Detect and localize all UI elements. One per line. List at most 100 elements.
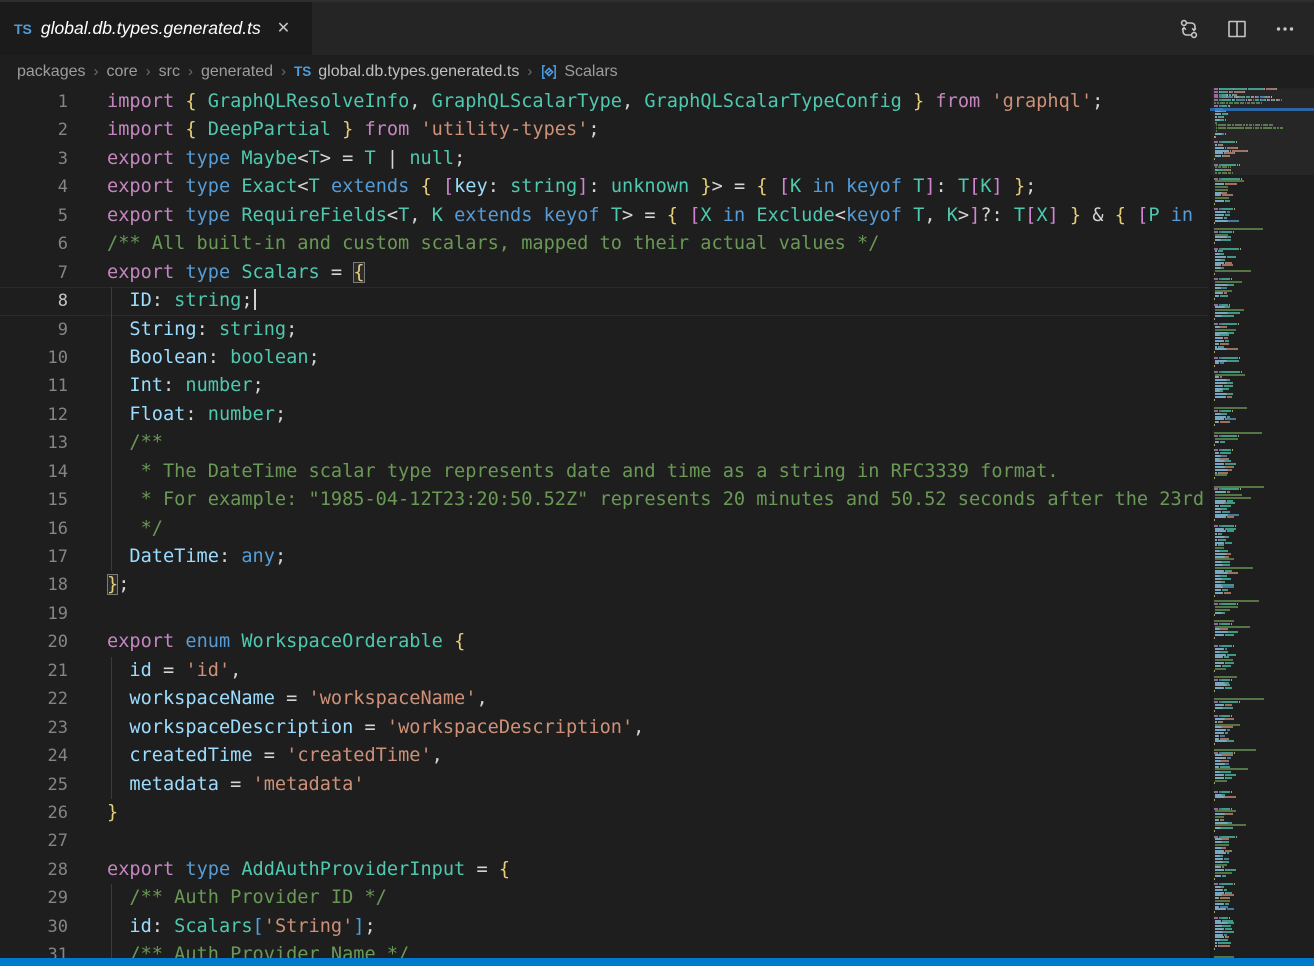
code-line-content: export type AddAuthProviderInput = { xyxy=(107,856,510,884)
breadcrumb-item-file[interactable]: TSglobal.db.types.generated.ts xyxy=(294,63,519,81)
code-line-1[interactable]: 1import { GraphQLResolveInfo, GraphQLSca… xyxy=(0,88,1208,116)
code-line-14[interactable]: 14 * The DateTime scalar type represents… xyxy=(0,458,1208,486)
line-number[interactable]: 4 xyxy=(0,173,68,201)
line-number[interactable]: 13 xyxy=(0,429,68,457)
minimap-row xyxy=(1214,948,1314,950)
line-number[interactable]: 9 xyxy=(0,316,68,344)
code-line-28[interactable]: 28 export type AddAuthProviderInput = { xyxy=(0,856,1208,884)
minimap[interactable] xyxy=(1210,88,1314,958)
more-actions-icon[interactable] xyxy=(1272,16,1298,42)
code-line-20[interactable]: 20export enum WorkspaceOrderable { xyxy=(0,628,1208,656)
minimap-row xyxy=(1214,847,1314,849)
code-line-6[interactable]: 6/** All built-in and custom scalars, ma… xyxy=(0,230,1208,258)
code-line-18[interactable]: 18}; xyxy=(0,571,1208,599)
minimap-row xyxy=(1214,556,1314,558)
code-line-21[interactable]: 21 id = 'id', xyxy=(0,657,1208,685)
line-number[interactable]: 21 xyxy=(0,657,68,685)
line-number[interactable]: 31 xyxy=(0,941,68,958)
line-number[interactable]: 29 xyxy=(0,884,68,912)
minimap-row xyxy=(1214,544,1314,546)
minimap-row xyxy=(1214,581,1314,583)
code-line-11[interactable]: 11 Int: number; xyxy=(0,372,1208,400)
line-number[interactable]: 7 xyxy=(0,259,68,287)
code-line-15[interactable]: 15 * For example: "1985-04-12T23:20:50.5… xyxy=(0,486,1208,514)
minimap-row xyxy=(1214,455,1314,457)
line-number[interactable]: 19 xyxy=(0,600,68,628)
line-number[interactable]: 28 xyxy=(0,856,68,884)
code-line-22[interactable]: 22 workspaceName = 'workspaceName', xyxy=(0,685,1208,713)
code-line-5[interactable]: 5export type RequireFields<T, K extends … xyxy=(0,202,1208,230)
minimap-row xyxy=(1214,502,1314,504)
line-number[interactable]: 22 xyxy=(0,685,68,713)
status-bar[interactable] xyxy=(0,958,1314,966)
line-number[interactable]: 14 xyxy=(0,458,68,486)
line-number[interactable]: 8 xyxy=(0,287,68,315)
code-line-31[interactable]: 31 /** Auth Provider Name */ xyxy=(0,941,1208,958)
code-line-17[interactable]: 17 DateTime: any; xyxy=(0,543,1208,571)
code-line-2[interactable]: 2 import { DeepPartial } from 'utility-ty… xyxy=(0,116,1208,144)
minimap-row xyxy=(1214,318,1314,320)
split-editor-icon[interactable] xyxy=(1224,16,1250,42)
line-number[interactable]: 23 xyxy=(0,714,68,742)
open-changes-icon[interactable] xyxy=(1176,16,1202,42)
minimap-row xyxy=(1214,365,1314,367)
line-number[interactable]: 16 xyxy=(0,515,68,543)
code-line-25[interactable]: 25 metadata = 'metadata' xyxy=(0,771,1208,799)
line-number[interactable]: 27 xyxy=(0,827,68,855)
minimap-row xyxy=(1214,192,1314,194)
breadcrumb-separator: › xyxy=(146,63,151,80)
line-number[interactable]: 24 xyxy=(0,742,68,770)
line-number[interactable]: 5 xyxy=(0,202,68,230)
indent-guide xyxy=(111,287,112,315)
line-number[interactable]: 26 xyxy=(0,799,68,827)
line-number[interactable]: 30 xyxy=(0,913,68,941)
line-number[interactable]: 17 xyxy=(0,543,68,571)
minimap-row xyxy=(1214,670,1314,672)
typescript-file-icon: TS xyxy=(14,21,32,37)
code-line-4[interactable]: 4export type Exact<T extends { [key: str… xyxy=(0,173,1208,201)
line-number[interactable]: 18 xyxy=(0,571,68,599)
line-number[interactable]: 3 xyxy=(0,145,68,173)
code-line-3[interactable]: 3export type Maybe<T> = T | null; xyxy=(0,145,1208,173)
tab-global-db-types-generated[interactable]: TS global.db.types.generated.ts ✕ xyxy=(0,2,312,55)
code-line-23[interactable]: 23 workspaceDescription = 'workspaceDesc… xyxy=(0,714,1208,742)
line-number[interactable]: 25 xyxy=(0,771,68,799)
breadcrumb-item-generated[interactable]: generated xyxy=(201,63,273,81)
minimap-row xyxy=(1214,189,1314,191)
minimap-row xyxy=(1214,211,1314,213)
code-line-24[interactable]: 24 createdTime = 'createdTime', xyxy=(0,742,1208,770)
line-number[interactable]: 11 xyxy=(0,372,68,400)
minimap-row xyxy=(1214,477,1314,479)
line-number[interactable]: 15 xyxy=(0,486,68,514)
line-number[interactable]: 12 xyxy=(0,401,68,429)
breadcrumb-item-core[interactable]: core xyxy=(107,63,138,81)
code-line-16[interactable]: 16 */ xyxy=(0,515,1208,543)
line-number[interactable]: 1 xyxy=(0,88,68,116)
breadcrumb-item-src[interactable]: src xyxy=(159,63,180,81)
line-number[interactable]: 10 xyxy=(0,344,68,372)
minimap-slider[interactable] xyxy=(1210,88,1314,175)
indent-guide xyxy=(111,486,112,514)
line-number[interactable]: 2 xyxy=(0,116,68,144)
code-line-content: import { DeepPartial } from 'utility-typ… xyxy=(107,116,600,144)
code-line-8[interactable]: 8 ID: string; xyxy=(0,287,1208,315)
line-number[interactable]: 20 xyxy=(0,628,68,656)
breadcrumb-item-packages[interactable]: packages xyxy=(17,63,86,81)
minimap-row xyxy=(1214,539,1314,541)
line-number[interactable]: 6 xyxy=(0,230,68,258)
minimap-row xyxy=(1214,511,1314,513)
code-area[interactable]: 1import { GraphQLResolveInfo, GraphQLSca… xyxy=(0,88,1208,958)
code-line-27[interactable]: 27 xyxy=(0,827,1208,855)
code-line-9[interactable]: 9 String: string; xyxy=(0,316,1208,344)
close-icon[interactable]: ✕ xyxy=(275,19,292,39)
minimap-row xyxy=(1214,799,1314,801)
code-line-10[interactable]: 10 Boolean: boolean; xyxy=(0,344,1208,372)
code-line-12[interactable]: 12 Float: number; xyxy=(0,401,1208,429)
code-line-13[interactable]: 13 /** xyxy=(0,429,1208,457)
code-line-26[interactable]: 26} xyxy=(0,799,1208,827)
code-line-30[interactable]: 30 id: Scalars['String']; xyxy=(0,913,1208,941)
code-line-7[interactable]: 7export type Scalars = { xyxy=(0,259,1208,287)
code-line-29[interactable]: 29 /** Auth Provider ID */ xyxy=(0,884,1208,912)
breadcrumb-item-symbol[interactable]: Scalars xyxy=(540,63,617,81)
code-line-19[interactable]: 19 xyxy=(0,600,1208,628)
